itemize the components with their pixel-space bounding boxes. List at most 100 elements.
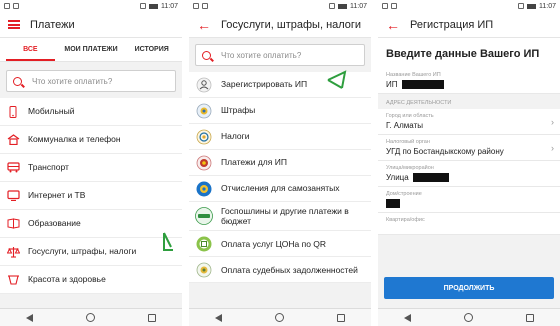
list-item-label: Коммуналка и телефон xyxy=(28,134,121,145)
battery-icon xyxy=(527,3,536,9)
status-time: 11:07 xyxy=(539,2,556,10)
list-item-mobile[interactable]: Мобильный xyxy=(0,98,182,126)
status-bar: 11:07 xyxy=(378,0,560,12)
screen-register-ip: 11:07 ← Регистрация ИП Введите данные Ва… xyxy=(378,0,560,326)
section-header: АДРЕС ДЕЯТЕЛЬНОСТИ xyxy=(378,94,560,109)
continue-button[interactable]: ПРОДОЛЖИТЬ xyxy=(384,277,554,299)
app-bar: ← Госуслуги, штрафы, налоги xyxy=(189,12,371,38)
battery-icon xyxy=(338,3,347,9)
fines-icon xyxy=(195,102,213,120)
search-icon xyxy=(202,50,211,60)
search-input[interactable]: Что хотите оплатить? xyxy=(195,44,365,66)
status-time: 11:07 xyxy=(350,2,367,10)
list-item-education[interactable]: Образование xyxy=(0,210,182,238)
mobile-icon xyxy=(6,105,20,118)
wifi-icon xyxy=(329,3,335,9)
house-field[interactable]: Дом/строение xyxy=(378,187,560,213)
nav-recent-icon[interactable] xyxy=(147,313,156,322)
notification-icon xyxy=(193,3,199,9)
status-bar: 11:07 xyxy=(189,0,371,12)
list-item-label: Отчисления для самозанятых xyxy=(221,183,340,194)
system-nav-bar xyxy=(0,308,182,326)
chevron-right-icon: › xyxy=(551,142,554,153)
search-input[interactable]: Что хотите оплатить? xyxy=(6,70,176,92)
taxes-icon xyxy=(195,128,213,146)
list-item-gov-services[interactable]: Госуслуги, штрафы, налоги xyxy=(0,238,182,266)
list-item-label: Оплата услуг ЦОНа по QR xyxy=(221,238,327,249)
field-label: Налоговый орган xyxy=(386,139,430,145)
education-icon xyxy=(6,218,20,230)
wifi-icon xyxy=(140,3,146,9)
nav-back-icon[interactable] xyxy=(404,313,412,322)
tab-all[interactable]: ВСЕ xyxy=(0,38,61,61)
redacted-value xyxy=(401,80,444,89)
list-item-beauty[interactable]: Красота и здоровье xyxy=(0,266,182,294)
field-value: УГД по Бостандыкскому району xyxy=(386,147,504,156)
list-item-ip-payments[interactable]: Платежи для ИП xyxy=(189,150,371,176)
list-item-internet-tv[interactable]: Интернет и ТВ xyxy=(0,182,182,210)
list-item-label: Штрафы xyxy=(221,105,256,116)
menu-icon[interactable] xyxy=(8,20,20,29)
list-item-qr-payment[interactable]: Оплата услуг ЦОНа по QR xyxy=(189,231,371,258)
list-item-label: Налоги xyxy=(221,131,250,142)
search-icon xyxy=(13,76,22,86)
scales-icon xyxy=(6,246,20,258)
list-item-label: Госпошлины и другие платежи в бюджет xyxy=(221,206,349,227)
search-placeholder: Что хотите оплатить? xyxy=(32,76,113,86)
wifi-icon xyxy=(518,3,524,9)
notification-icon xyxy=(202,3,208,9)
nav-home-icon[interactable] xyxy=(463,313,473,322)
apartment-field[interactable]: Квартира/офис xyxy=(378,213,560,235)
nav-recent-icon[interactable] xyxy=(525,313,534,322)
back-arrow-icon[interactable]: ← xyxy=(197,18,211,32)
battery-icon xyxy=(149,3,158,9)
street-field[interactable]: Улица/микрорайон Улица xyxy=(378,161,560,187)
qr-icon xyxy=(195,235,213,253)
status-time: 11:07 xyxy=(161,2,178,10)
tax-office-select[interactable]: Налоговый орган УГД по Бостандыкскому ра… xyxy=(378,135,560,161)
chevron-right-icon: › xyxy=(551,116,554,127)
field-label: Улица/микрорайон xyxy=(386,165,434,171)
search-placeholder: Что хотите оплатить? xyxy=(221,50,302,60)
list-item-self-employed[interactable]: Отчисления для самозанятых xyxy=(189,176,371,202)
tab-bar: ВСЕ МОИ ПЛАТЕЖИ ИСТОРИЯ xyxy=(0,38,182,62)
app-bar: ← Регистрация ИП xyxy=(378,12,560,38)
redacted-value xyxy=(386,199,400,208)
annotation-arrow-icon xyxy=(327,70,347,89)
court-icon xyxy=(195,261,213,279)
list-item-egov[interactable]: Госпошлины и другие платежи в бюджет xyxy=(189,202,371,232)
notification-icon xyxy=(382,3,388,9)
back-arrow-icon[interactable]: ← xyxy=(386,18,400,32)
list-item-label: Образование xyxy=(28,218,81,229)
nav-back-icon[interactable] xyxy=(215,313,223,322)
field-label: Город или область xyxy=(386,113,434,119)
nav-recent-icon[interactable] xyxy=(336,313,345,322)
notification-icon xyxy=(391,3,397,9)
field-label: Дом/строение xyxy=(386,191,422,197)
list-item-label: Зарегистрировать ИП xyxy=(221,79,308,90)
nav-home-icon[interactable] xyxy=(85,313,95,322)
tab-my-payments[interactable]: МОИ ПЛАТЕЖИ xyxy=(61,38,122,61)
page-title: Госуслуги, штрафы, налоги xyxy=(221,18,362,31)
ip-name-field[interactable]: Название Вашего ИП ИП xyxy=(378,68,560,94)
city-select[interactable]: Город или область Г. Алматы › xyxy=(378,109,560,135)
notification-icon xyxy=(13,3,19,9)
list-item-label: Платежи для ИП xyxy=(221,157,287,168)
list-item-utilities[interactable]: Коммуналка и телефон xyxy=(0,126,182,154)
list-item-court-debts[interactable]: Оплата судебных задолженностей xyxy=(189,257,371,284)
tab-history[interactable]: ИСТОРИЯ xyxy=(121,38,182,61)
list-item-taxes[interactable]: Налоги xyxy=(189,124,371,150)
nav-home-icon[interactable] xyxy=(274,313,284,322)
list-item-label: Интернет и ТВ xyxy=(28,190,86,201)
nav-back-icon[interactable] xyxy=(26,313,34,322)
page-title: Платежи xyxy=(30,18,75,31)
list-item-fines[interactable]: Штрафы xyxy=(189,98,371,124)
egov-icon xyxy=(195,207,213,226)
list-item-transport[interactable]: Транспорт xyxy=(0,154,182,182)
tv-icon xyxy=(6,190,20,202)
redacted-value xyxy=(412,173,449,182)
self-employed-icon xyxy=(195,180,213,198)
service-list: Зарегистрировать ИП Штрафы Налоги Платеж… xyxy=(189,72,371,284)
field-label: Квартира/офис xyxy=(386,217,425,223)
list-item-label: Оплата судебных задолженностей xyxy=(221,264,358,275)
